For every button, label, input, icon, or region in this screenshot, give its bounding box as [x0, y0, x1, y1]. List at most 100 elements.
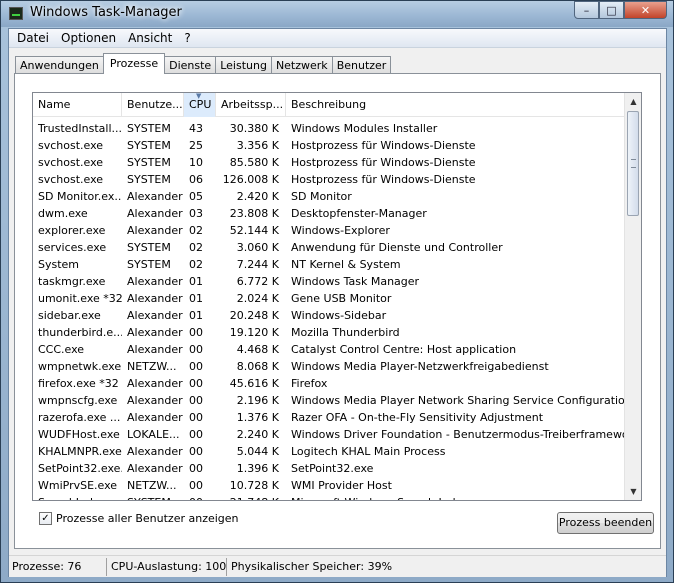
- status-process-count: Prozesse: 76: [9, 557, 107, 576]
- process-row[interactable]: SD Monitor.ex... Alexander 05 2.420 K SD Mon…: [33, 188, 625, 205]
- process-description-cell: Desktopfenster-Manager: [291, 207, 427, 220]
- process-row[interactable]: svchost.exe SYSTEM 06 126.008 K Hostprozess …: [33, 171, 625, 188]
- process-memory-cell: 10.728 K: [229, 479, 279, 492]
- tab-netzwerk[interactable]: Netzwerk: [270, 56, 333, 74]
- process-row[interactable]: svchost.exe SYSTEM 25 3.356 K Hostprozess fü…: [33, 137, 625, 154]
- process-row[interactable]: SearchIndexe...SYSTEM0021.748 KMicrosoft…: [33, 494, 625, 500]
- process-cpu-cell: 00: [189, 479, 203, 492]
- process-memory-cell: 126.008 K: [222, 173, 279, 186]
- process-memory-cell: 4.468 K: [236, 343, 279, 356]
- scrollbar-thumb[interactable]: [627, 111, 639, 216]
- process-user-cell: Alexander: [127, 377, 183, 390]
- process-row[interactable]: firefox.exe *32 Alexander 00 45.616 K Firefo…: [33, 375, 625, 392]
- process-description-cell: Hostprozess für Windows-Dienste: [291, 139, 476, 152]
- process-user-cell: Alexander: [127, 207, 183, 220]
- process-cpu-cell: 00: [189, 411, 203, 424]
- process-row[interactable]: dwm.exe Alexander 03 23.808 K Desktopfenster…: [33, 205, 625, 222]
- menu-ansicht[interactable]: Ansicht: [122, 31, 178, 45]
- process-user-cell: Alexander: [127, 411, 183, 424]
- status-bar: Prozesse: 76 CPU-Auslastung: 100% Physik…: [9, 555, 666, 577]
- process-row[interactable]: services.exe SYSTEM 02 3.060 K Anwendung für…: [33, 239, 625, 256]
- process-description-cell: Mozilla Thunderbird: [291, 326, 400, 339]
- process-row[interactable]: WmiPrvSE.exe NETZW... 00 10.728 K WMI Provid…: [33, 477, 625, 494]
- show-all-users-option[interactable]: ✓ Prozesse aller Benutzer anzeigen: [39, 512, 239, 525]
- process-cpu-cell: 00: [184, 494, 216, 500]
- process-row[interactable]: KHALMNPR.exe Alexander 00 5.044 K Logitech K…: [33, 443, 625, 460]
- process-user-cell: Alexander: [127, 190, 183, 203]
- process-name-cell: SearchIndexe...: [33, 494, 122, 500]
- tab-dienste[interactable]: Dienste: [164, 56, 217, 74]
- column-header-cpu[interactable]: ▼ CPU: [184, 93, 216, 117]
- process-cpu-cell: 05: [189, 190, 203, 203]
- process-description-cell: Windows Driver Foundation - Benutzermodu…: [291, 428, 625, 441]
- process-cpu-cell: 01: [189, 275, 203, 288]
- process-memory-cell: 45.616 K: [229, 377, 279, 390]
- process-row[interactable]: taskmgr.exe Alexander 01 6.772 K Windows Tas…: [33, 273, 625, 290]
- process-list[interactable]: Name Benutze... ▼ CPU Arbeitssp... Besch…: [32, 92, 642, 501]
- process-name-cell: taskmgr.exe: [38, 275, 106, 288]
- close-button[interactable]: ✕: [624, 1, 667, 19]
- process-row[interactable]: wmpnscfg.exe Alexander 00 2.196 K Windows Me…: [33, 392, 625, 409]
- status-physical-memory: Physikalischer Speicher: 39%: [231, 559, 393, 573]
- process-description-cell: Windows Media Player Network Sharing Ser…: [291, 394, 625, 407]
- tab-benutzer[interactable]: Benutzer: [331, 56, 392, 74]
- end-process-button[interactable]: Prozess beenden: [557, 512, 654, 534]
- process-user-cell: Alexander: [127, 343, 183, 356]
- process-name-cell: services.exe: [38, 241, 107, 254]
- process-memory-cell: 8.068 K: [236, 360, 279, 373]
- column-header-user[interactable]: Benutze...: [122, 93, 184, 117]
- process-row[interactable]: SetPoint32.exe... Alexander 00 1.396 K SetPo…: [33, 460, 625, 477]
- process-description-cell: Windows-Explorer: [291, 224, 390, 237]
- process-memory-cell: 23.808 K: [229, 207, 279, 220]
- process-row[interactable]: System SYSTEM 02 7.244 K NT Kernel & System: [33, 256, 625, 273]
- process-row[interactable]: razerofa.exe ... Alexander 00 1.376 K Razer …: [33, 409, 625, 426]
- menu-optionen[interactable]: Optionen: [55, 31, 122, 45]
- process-row[interactable]: TrustedInstall... SYSTEM 43 30.380 K Windows…: [33, 120, 625, 137]
- process-list-header: Name Benutze... ▼ CPU Arbeitssp... Besch…: [33, 93, 625, 117]
- process-row[interactable]: umonit.exe *32 Alexander 01 2.024 K Gene USB…: [33, 290, 625, 307]
- process-description-cell: NT Kernel & System: [291, 258, 401, 271]
- process-row[interactable]: explorer.exe Alexander 02 52.144 K Windows-E…: [33, 222, 625, 239]
- column-header-description[interactable]: Beschreibung: [286, 93, 625, 117]
- window-title: Windows Task-Manager: [30, 5, 182, 20]
- tab-leistung[interactable]: Leistung: [215, 56, 272, 74]
- menu-help[interactable]: ?: [178, 31, 196, 45]
- process-row[interactable]: WUDFHost.exe LOKALE... 00 2.240 K Windows Dr…: [33, 426, 625, 443]
- process-cpu-cell: 02: [189, 224, 203, 237]
- menu-bar: Datei Optionen Ansicht ?: [9, 29, 666, 48]
- maximize-button[interactable]: □: [599, 1, 624, 19]
- process-user-cell: SYSTEM: [122, 494, 184, 500]
- column-header-name[interactable]: Name: [33, 93, 122, 117]
- scroll-down-icon[interactable]: ▼: [625, 483, 641, 500]
- column-header-memory[interactable]: Arbeitssp...: [216, 93, 286, 117]
- process-row[interactable]: sidebar.exe Alexander 01 20.248 K Windows-Si…: [33, 307, 625, 324]
- tab-anwendungen[interactable]: Anwendungen: [15, 56, 104, 74]
- process-memory-cell: 2.024 K: [236, 292, 279, 305]
- process-row[interactable]: svchost.exe SYSTEM 10 85.580 K Hostprozess f…: [33, 154, 625, 171]
- vertical-scrollbar[interactable]: ▲ ▼: [624, 93, 641, 500]
- process-user-cell: SYSTEM: [127, 258, 171, 271]
- process-cpu-cell: 00: [189, 326, 203, 339]
- processes-panel: Name Benutze... ▼ CPU Arbeitssp... Besch…: [14, 73, 661, 549]
- process-user-cell: SYSTEM: [127, 122, 171, 135]
- process-row[interactable]: thunderbird.e... Alexander 00 19.120 K Mozil…: [33, 324, 625, 341]
- process-memory-cell: 21.748 K: [216, 494, 286, 500]
- process-cpu-cell: 00: [189, 445, 203, 458]
- show-all-users-label: Prozesse aller Benutzer anzeigen: [56, 512, 239, 525]
- process-description-cell: Windows Task Manager: [291, 275, 420, 288]
- menu-datei[interactable]: Datei: [11, 31, 55, 45]
- tab-prozesse[interactable]: Prozesse: [102, 53, 166, 74]
- show-all-users-checkbox[interactable]: ✓: [39, 512, 52, 525]
- process-row[interactable]: wmpnetwk.exe NETZW... 00 8.068 K Windows Med…: [33, 358, 625, 375]
- process-memory-cell: 2.240 K: [236, 428, 279, 441]
- process-user-cell: Alexander: [127, 292, 183, 305]
- process-name-cell: svchost.exe: [38, 173, 104, 186]
- process-row[interactable]: CCC.exe Alexander 00 4.468 K Catalyst Contro…: [33, 341, 625, 358]
- minimize-button[interactable]: –: [574, 1, 599, 19]
- scroll-up-icon[interactable]: ▲: [625, 93, 641, 110]
- title-bar[interactable]: Windows Task-Manager – □ ✕: [1, 1, 673, 27]
- process-name-cell: SD Monitor.ex...: [38, 190, 122, 203]
- process-name-cell: svchost.exe: [38, 139, 104, 152]
- process-cpu-cell: 43: [189, 122, 203, 135]
- tab-strip: Anwendungen Prozesse Dienste Leistung Ne…: [15, 53, 392, 74]
